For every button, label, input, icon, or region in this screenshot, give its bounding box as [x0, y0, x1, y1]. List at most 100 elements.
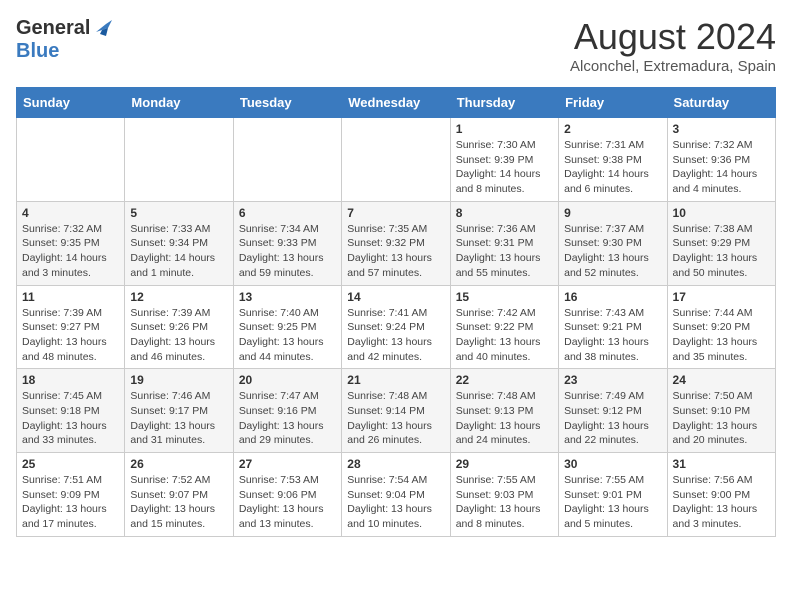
- calendar-cell: 18 Sunrise: 7:45 AM Sunset: 9:18 PM Dayli…: [17, 369, 125, 453]
- logo: General Blue: [16, 16, 116, 62]
- day-info: Sunrise: 7:41 AM Sunset: 9:24 PM Dayligh…: [347, 306, 444, 365]
- calendar-cell: 13 Sunrise: 7:40 AM Sunset: 9:25 PM Dayli…: [233, 285, 341, 369]
- calendar-cell: 21 Sunrise: 7:48 AM Sunset: 9:14 PM Dayli…: [342, 369, 450, 453]
- calendar-cell: 22 Sunrise: 7:48 AM Sunset: 9:13 PM Dayli…: [450, 369, 558, 453]
- day-number: 11: [22, 290, 119, 304]
- calendar-week-4: 18 Sunrise: 7:45 AM Sunset: 9:18 PM Dayli…: [17, 369, 776, 453]
- calendar-cell: 24 Sunrise: 7:50 AM Sunset: 9:10 PM Dayli…: [667, 369, 775, 453]
- weekday-header-sunday: Sunday: [17, 88, 125, 118]
- calendar-cell: 8Sunrise: 7:36 AM Sunset: 9:31 PM Daylig…: [450, 201, 558, 285]
- calendar-cell: 29Sunrise: 7:55 AM Sunset: 9:03 PM Dayli…: [450, 453, 558, 537]
- day-info: Sunrise: 7:39 AM Sunset: 9:26 PM Dayligh…: [130, 306, 227, 365]
- calendar-cell: 9 Sunrise: 7:37 AM Sunset: 9:30 PM Daylig…: [559, 201, 667, 285]
- day-info: Sunrise: 7:35 AM Sunset: 9:32 PM Dayligh…: [347, 222, 444, 281]
- title-area: August 2024 Alconchel, Extremadura, Spai…: [570, 16, 776, 75]
- weekday-header-monday: Monday: [125, 88, 233, 118]
- header: General Blue August 2024 Alconchel, Extr…: [16, 16, 776, 75]
- logo-bird-icon: [92, 16, 116, 40]
- day-number: 24: [673, 373, 770, 387]
- calendar-cell: [233, 118, 341, 202]
- day-info: Sunrise: 7:44 AM Sunset: 9:20 PM Dayligh…: [673, 306, 770, 365]
- calendar-cell: 31Sunrise: 7:56 AM Sunset: 9:00 PM Dayli…: [667, 453, 775, 537]
- calendar-cell: [342, 118, 450, 202]
- calendar-cell: 19 Sunrise: 7:46 AM Sunset: 9:17 PM Dayli…: [125, 369, 233, 453]
- day-number: 22: [456, 373, 553, 387]
- day-info: Sunrise: 7:47 AM Sunset: 9:16 PM Dayligh…: [239, 389, 336, 448]
- day-info: Sunrise: 7:50 AM Sunset: 9:10 PM Dayligh…: [673, 389, 770, 448]
- day-info: Sunrise: 7:37 AM Sunset: 9:30 PM Dayligh…: [564, 222, 661, 281]
- calendar-cell: 7Sunrise: 7:35 AM Sunset: 9:32 PM Daylig…: [342, 201, 450, 285]
- calendar-week-2: 4Sunrise: 7:32 AM Sunset: 9:35 PM Daylig…: [17, 201, 776, 285]
- day-number: 9: [564, 206, 661, 220]
- day-info: Sunrise: 7:48 AM Sunset: 9:14 PM Dayligh…: [347, 389, 444, 448]
- weekday-header-saturday: Saturday: [667, 88, 775, 118]
- calendar-cell: 16 Sunrise: 7:43 AM Sunset: 9:21 PM Dayli…: [559, 285, 667, 369]
- day-info: Sunrise: 7:45 AM Sunset: 9:18 PM Dayligh…: [22, 389, 119, 448]
- calendar-cell: 2Sunrise: 7:31 AM Sunset: 9:38 PM Daylig…: [559, 118, 667, 202]
- logo-blue-text: Blue: [16, 40, 116, 62]
- day-info: Sunrise: 7:40 AM Sunset: 9:25 PM Dayligh…: [239, 306, 336, 365]
- day-number: 15: [456, 290, 553, 304]
- day-info: Sunrise: 7:43 AM Sunset: 9:21 PM Dayligh…: [564, 306, 661, 365]
- calendar-cell: [125, 118, 233, 202]
- calendar-cell: 3Sunrise: 7:32 AM Sunset: 9:36 PM Daylig…: [667, 118, 775, 202]
- calendar-cell: [17, 118, 125, 202]
- day-number: 27: [239, 457, 336, 471]
- calendar-cell: 11 Sunrise: 7:39 AM Sunset: 9:27 PM Dayli…: [17, 285, 125, 369]
- weekday-header-row: SundayMondayTuesdayWednesdayThursdayFrid…: [17, 88, 776, 118]
- day-info: Sunrise: 7:48 AM Sunset: 9:13 PM Dayligh…: [456, 389, 553, 448]
- day-info: Sunrise: 7:51 AM Sunset: 9:09 PM Dayligh…: [22, 473, 119, 532]
- calendar-cell: 12 Sunrise: 7:39 AM Sunset: 9:26 PM Dayli…: [125, 285, 233, 369]
- calendar-cell: 10Sunrise: 7:38 AM Sunset: 9:29 PM Dayli…: [667, 201, 775, 285]
- day-info: Sunrise: 7:46 AM Sunset: 9:17 PM Dayligh…: [130, 389, 227, 448]
- day-info: Sunrise: 7:53 AM Sunset: 9:06 PM Dayligh…: [239, 473, 336, 532]
- calendar-cell: 14 Sunrise: 7:41 AM Sunset: 9:24 PM Dayli…: [342, 285, 450, 369]
- day-number: 30: [564, 457, 661, 471]
- calendar-cell: 17Sunrise: 7:44 AM Sunset: 9:20 PM Dayli…: [667, 285, 775, 369]
- calendar-cell: 28 Sunrise: 7:54 AM Sunset: 9:04 PM Dayli…: [342, 453, 450, 537]
- day-number: 19: [130, 373, 227, 387]
- weekday-header-thursday: Thursday: [450, 88, 558, 118]
- day-info: Sunrise: 7:54 AM Sunset: 9:04 PM Dayligh…: [347, 473, 444, 532]
- day-number: 26: [130, 457, 227, 471]
- calendar-cell: 30 Sunrise: 7:55 AM Sunset: 9:01 PM Dayli…: [559, 453, 667, 537]
- day-info: Sunrise: 7:38 AM Sunset: 9:29 PM Dayligh…: [673, 222, 770, 281]
- calendar-cell: 4Sunrise: 7:32 AM Sunset: 9:35 PM Daylig…: [17, 201, 125, 285]
- day-number: 20: [239, 373, 336, 387]
- calendar-cell: 25 Sunrise: 7:51 AM Sunset: 9:09 PM Dayli…: [17, 453, 125, 537]
- day-info: Sunrise: 7:30 AM Sunset: 9:39 PM Dayligh…: [456, 138, 553, 197]
- calendar-cell: 6 Sunrise: 7:34 AM Sunset: 9:33 PM Daylig…: [233, 201, 341, 285]
- day-info: Sunrise: 7:52 AM Sunset: 9:07 PM Dayligh…: [130, 473, 227, 532]
- day-info: Sunrise: 7:42 AM Sunset: 9:22 PM Dayligh…: [456, 306, 553, 365]
- day-info: Sunrise: 7:39 AM Sunset: 9:27 PM Dayligh…: [22, 306, 119, 365]
- calendar-table: SundayMondayTuesdayWednesdayThursdayFrid…: [16, 87, 776, 537]
- calendar-cell: 1 Sunrise: 7:30 AM Sunset: 9:39 PM Daylig…: [450, 118, 558, 202]
- calendar-cell: 23Sunrise: 7:49 AM Sunset: 9:12 PM Dayli…: [559, 369, 667, 453]
- calendar-cell: 15 Sunrise: 7:42 AM Sunset: 9:22 PM Dayli…: [450, 285, 558, 369]
- day-number: 12: [130, 290, 227, 304]
- calendar-week-5: 25 Sunrise: 7:51 AM Sunset: 9:09 PM Dayli…: [17, 453, 776, 537]
- day-number: 2: [564, 122, 661, 136]
- logo-general-text: General: [16, 17, 90, 39]
- day-info: Sunrise: 7:33 AM Sunset: 9:34 PM Dayligh…: [130, 222, 227, 281]
- day-info: Sunrise: 7:49 AM Sunset: 9:12 PM Dayligh…: [564, 389, 661, 448]
- weekday-header-tuesday: Tuesday: [233, 88, 341, 118]
- day-number: 13: [239, 290, 336, 304]
- calendar-cell: 27 Sunrise: 7:53 AM Sunset: 9:06 PM Dayli…: [233, 453, 341, 537]
- day-number: 25: [22, 457, 119, 471]
- day-number: 16: [564, 290, 661, 304]
- day-number: 6: [239, 206, 336, 220]
- day-info: Sunrise: 7:32 AM Sunset: 9:36 PM Dayligh…: [673, 138, 770, 197]
- day-number: 28: [347, 457, 444, 471]
- calendar-cell: 26 Sunrise: 7:52 AM Sunset: 9:07 PM Dayli…: [125, 453, 233, 537]
- day-number: 1: [456, 122, 553, 136]
- day-number: 5: [130, 206, 227, 220]
- day-info: Sunrise: 7:34 AM Sunset: 9:33 PM Dayligh…: [239, 222, 336, 281]
- calendar-cell: 20 Sunrise: 7:47 AM Sunset: 9:16 PM Dayli…: [233, 369, 341, 453]
- day-number: 29: [456, 457, 553, 471]
- day-number: 14: [347, 290, 444, 304]
- day-number: 21: [347, 373, 444, 387]
- day-info: Sunrise: 7:55 AM Sunset: 9:01 PM Dayligh…: [564, 473, 661, 532]
- weekday-header-wednesday: Wednesday: [342, 88, 450, 118]
- day-number: 18: [22, 373, 119, 387]
